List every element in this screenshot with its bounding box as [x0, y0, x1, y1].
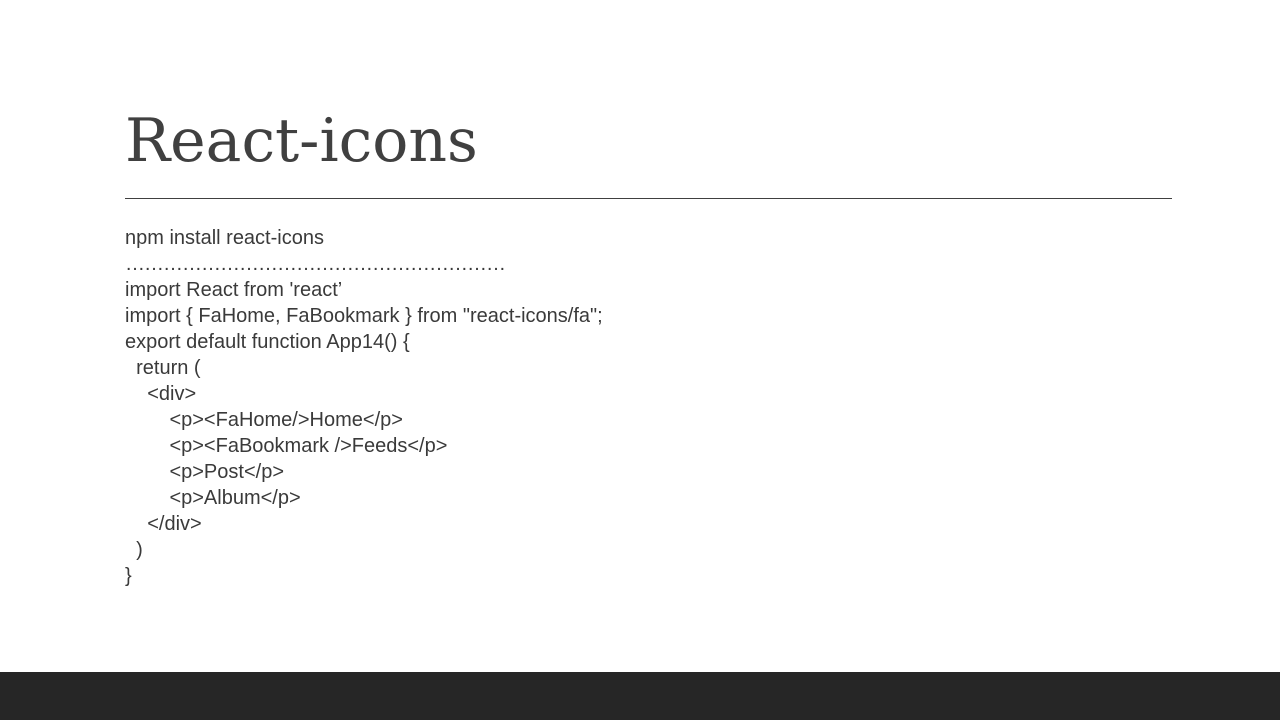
- code-line-import-react: import React from 'react’: [125, 279, 343, 301]
- slide-body: npm install react-icons ……………………………………………: [125, 225, 1172, 589]
- code-line-div-open: <div>: [125, 383, 197, 405]
- code-line-div-close: </div>: [125, 513, 202, 535]
- footer-bar: [0, 672, 1280, 720]
- code-line-return-open: return (: [125, 357, 201, 379]
- code-line-import-icons: import { FaHome, FaBookmark } from "reac…: [125, 305, 603, 327]
- title-divider: [125, 198, 1172, 199]
- code-line-feeds: <p><FaBookmark />Feeds</p>: [125, 435, 448, 457]
- code-line-function-close: }: [125, 565, 132, 587]
- dotted-separator: ……………………………………………………: [125, 253, 506, 275]
- slide: React-icons npm install react-icons ……………: [0, 0, 1280, 720]
- code-line-album: <p>Album</p>: [125, 487, 301, 509]
- code-line-npm-install: npm install react-icons: [125, 227, 324, 249]
- code-line-post: <p>Post</p>: [125, 461, 284, 483]
- code-line-return-close: ): [125, 539, 143, 561]
- code-line-home: <p><FaHome/>Home</p>: [125, 409, 403, 431]
- slide-title: React-icons: [125, 106, 478, 176]
- code-line-function-declaration: export default function App14() {: [125, 331, 410, 353]
